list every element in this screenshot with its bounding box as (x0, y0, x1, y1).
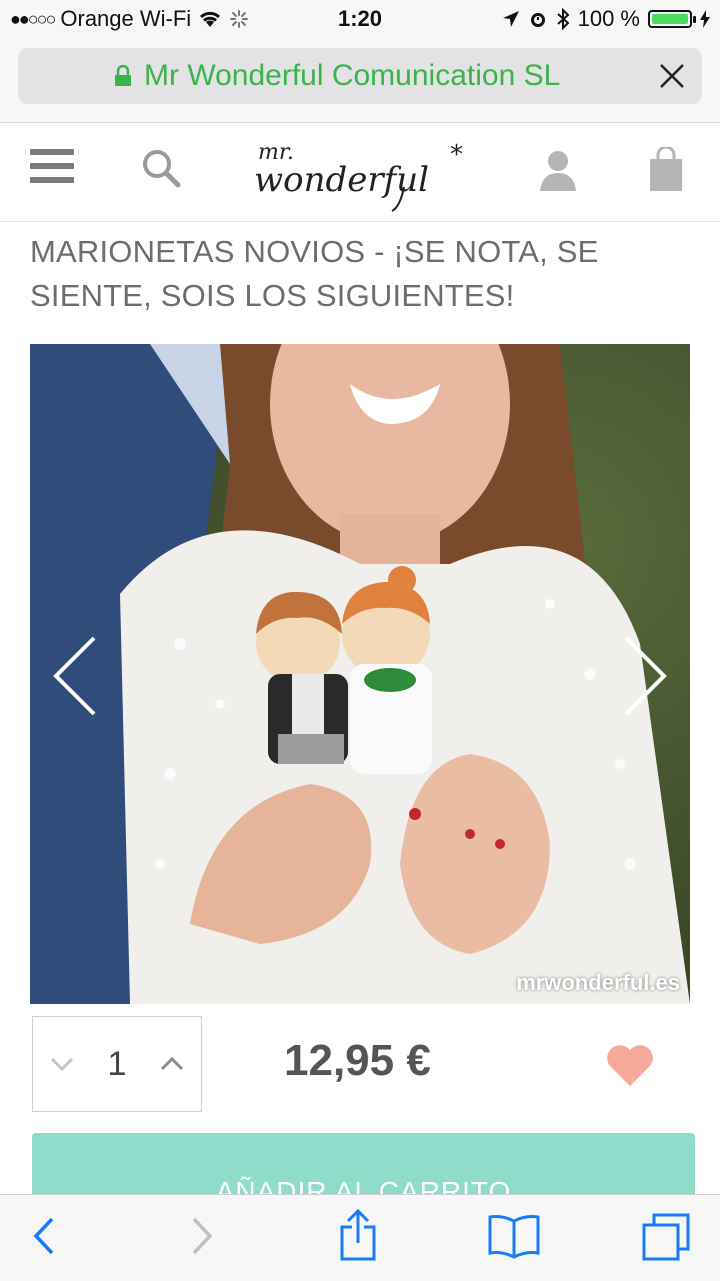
product-title: MARIONETAS NOVIOS - ¡SE NOTA, SE SIENTE,… (30, 234, 599, 313)
quantity-stepper: 1 (32, 1016, 202, 1112)
increase-quantity-icon[interactable] (160, 1056, 184, 1072)
back-icon[interactable] (30, 1213, 56, 1259)
svg-text:*: * (450, 140, 463, 170)
tabs-icon[interactable] (640, 1213, 692, 1263)
logo[interactable]: mr. wonderful * (254, 129, 474, 215)
forward-icon[interactable] (190, 1213, 216, 1259)
quantity-value[interactable]: 1 (108, 1045, 127, 1084)
browser-toolbar (0, 1194, 720, 1281)
site-name: Mr Wonderful Comunication SL (144, 59, 561, 92)
location-arrow-icon (502, 11, 519, 27)
product-image[interactable]: mrwonderful.es (30, 344, 690, 1004)
charging-bolt-icon (700, 10, 710, 28)
user-account-icon[interactable] (538, 147, 578, 193)
site-header: mr. wonderful * (0, 123, 720, 222)
product-photo (30, 344, 690, 1004)
alarm-icon (530, 13, 545, 27)
bluetooth-icon (556, 8, 570, 30)
bookmarks-icon[interactable] (488, 1213, 540, 1259)
battery-icon (648, 10, 696, 28)
menu-icon[interactable] (30, 149, 74, 185)
shopping-bag-icon[interactable] (648, 147, 684, 193)
search-icon[interactable] (140, 147, 184, 191)
browser-url-area: Mr Wonderful Comunication SL (0, 40, 720, 123)
battery-percent: 100 % (577, 6, 640, 31)
lock-icon (115, 65, 131, 86)
address-bar[interactable]: Mr Wonderful Comunication SL (18, 48, 702, 104)
close-icon[interactable] (656, 60, 688, 92)
share-icon[interactable] (338, 1209, 378, 1261)
decrease-quantity-icon[interactable] (50, 1056, 74, 1072)
status-bar: ●●○○○ Orange Wi-Fi 1:20 100 % (0, 0, 720, 40)
heart-icon[interactable] (604, 1042, 656, 1088)
status-right: 100 % (502, 6, 710, 32)
product-price: 12,95 € (284, 1036, 431, 1085)
carousel-prev-icon[interactable] (50, 634, 100, 718)
carousel-next-icon[interactable] (620, 634, 670, 718)
image-watermark: mrwonderful.es (516, 970, 680, 995)
